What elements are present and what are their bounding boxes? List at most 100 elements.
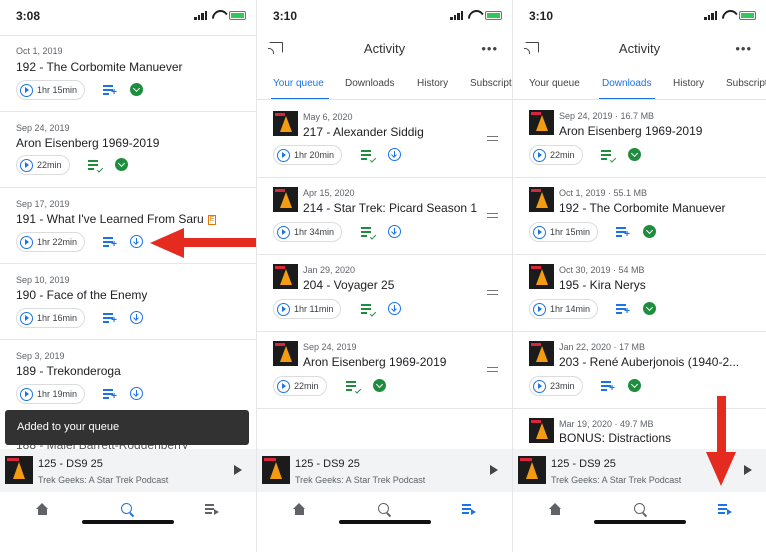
downloaded-icon[interactable]: [115, 158, 128, 171]
home-icon[interactable]: [549, 503, 562, 515]
episode-title[interactable]: Aron Eisenberg 1969-2019: [16, 136, 159, 150]
episode-date: Sep 24, 2019 · 16.7 MB: [559, 111, 655, 121]
episode-title[interactable]: 214 - Star Trek: Picard Season 1: [303, 201, 477, 215]
queue-item[interactable]: Apr 15, 2020 214 - Star Trek: Picard Sea…: [257, 178, 512, 255]
play-button[interactable]: 1hr 22min: [16, 232, 86, 252]
play-button[interactable]: 22min: [16, 155, 70, 175]
queued-check-icon[interactable]: [361, 304, 377, 317]
play-icon: [277, 302, 290, 316]
episode-title[interactable]: 204 - Voyager 25: [303, 278, 394, 292]
queue-item[interactable]: May 6, 2020 217 - Alexander Siddig 1hr 2…: [257, 101, 512, 178]
episode-title[interactable]: BONUS: Distractions: [559, 431, 671, 445]
episode-title[interactable]: 217 - Alexander Siddig: [303, 125, 424, 139]
search-icon[interactable]: [121, 503, 132, 514]
queued-check-icon[interactable]: [361, 150, 377, 163]
add-to-queue-icon[interactable]: +: [103, 389, 117, 402]
episode-title[interactable]: 192 - The Corbomite Manuever: [559, 201, 726, 215]
episode-row[interactable]: Sep 3, 2019 189 - Trekonderoga 1hr 19min…: [0, 340, 256, 416]
play-button[interactable]: 22min: [273, 376, 327, 396]
drag-handle-icon[interactable]: [487, 136, 498, 141]
mini-player[interactable]: 125 - DS9 25 Trek Geeks: A Star Trek Pod…: [257, 449, 512, 492]
snackbar-text: Added to your queue: [17, 421, 120, 433]
download-icon[interactable]: [388, 302, 401, 315]
episode-title[interactable]: 191 - What I've Learned From Saru E: [16, 212, 217, 226]
queued-check-icon[interactable]: [88, 160, 104, 173]
downloaded-icon[interactable]: [643, 225, 656, 238]
download-icon[interactable]: [388, 148, 401, 161]
episode-title[interactable]: 190 - Face of the Enemy: [16, 288, 147, 302]
add-to-queue-icon[interactable]: +: [601, 381, 615, 394]
tab-your-queue[interactable]: Your queue: [273, 78, 324, 89]
episode-row[interactable]: Oct 1, 2019 192 - The Corbomite Manuever…: [0, 36, 256, 112]
play-button[interactable]: 1hr 19min: [16, 384, 86, 404]
episode-title[interactable]: 203 - René Auberjonois (1940-2...: [559, 355, 739, 369]
episode-title[interactable]: Aron Eisenberg 1969-2019: [303, 355, 446, 369]
activity-icon[interactable]: [718, 504, 732, 515]
activity-icon[interactable]: [205, 504, 219, 515]
tab-your-queue[interactable]: Your queue: [529, 78, 580, 89]
episode-row[interactable]: Sep 24, 2019 Aron Eisenberg 1969-2019 22…: [0, 112, 256, 188]
download-item[interactable]: Oct 30, 2019 · 54 MB 195 - Kira Nerys 1h…: [513, 255, 766, 332]
play-button[interactable]: 22min: [529, 145, 583, 165]
tab-subscriptions[interactable]: Subscripti: [470, 78, 512, 89]
play-button[interactable]: 1hr 11min: [273, 299, 342, 319]
home-icon[interactable]: [36, 503, 49, 515]
duration-label: 1hr 20min: [294, 150, 335, 160]
home-icon[interactable]: [293, 503, 306, 515]
queue-item[interactable]: Sep 24, 2019 Aron Eisenberg 1969-2019 22…: [257, 332, 512, 409]
episode-title[interactable]: 189 - Trekonderoga: [16, 364, 121, 378]
downloaded-icon[interactable]: [643, 302, 656, 315]
play-icon[interactable]: [744, 465, 752, 475]
tab-downloads[interactable]: Downloads: [602, 78, 651, 89]
episode-row[interactable]: Sep 10, 2019 190 - Face of the Enemy 1hr…: [0, 264, 256, 340]
download-item[interactable]: Sep 24, 2019 · 16.7 MB Aron Eisenberg 19…: [513, 101, 766, 178]
download-icon[interactable]: [388, 225, 401, 238]
tab-downloads[interactable]: Downloads: [345, 78, 394, 89]
tab-history[interactable]: History: [417, 78, 448, 89]
episode-title[interactable]: 195 - Kira Nerys: [559, 278, 646, 292]
play-button[interactable]: 1hr 34min: [273, 222, 343, 242]
queued-check-icon[interactable]: [346, 381, 362, 394]
play-button[interactable]: 1hr 20min: [273, 145, 343, 165]
duration-label: 1hr 19min: [37, 389, 78, 399]
downloaded-icon[interactable]: [628, 148, 641, 161]
more-options-icon[interactable]: •••: [481, 41, 498, 56]
tab-history[interactable]: History: [673, 78, 704, 89]
queued-check-icon[interactable]: [361, 227, 377, 240]
add-to-queue-icon[interactable]: +: [616, 304, 630, 317]
download-icon[interactable]: [130, 235, 143, 248]
queue-item[interactable]: Jan 29, 2020 204 - Voyager 25 1hr 11min: [257, 255, 512, 332]
download-icon[interactable]: [130, 311, 143, 324]
add-to-queue-icon[interactable]: +: [103, 237, 117, 250]
drag-handle-icon[interactable]: [487, 290, 498, 295]
play-button[interactable]: 1hr 15min: [529, 222, 599, 242]
app-bar: Activity •••: [257, 30, 512, 68]
mini-player[interactable]: 125 - DS9 25 Trek Geeks: A Star Trek Pod…: [0, 449, 256, 492]
episode-title[interactable]: 192 - The Corbomite Manuever: [16, 60, 183, 74]
add-to-queue-icon[interactable]: +: [103, 85, 117, 98]
play-icon[interactable]: [234, 465, 242, 475]
search-icon[interactable]: [378, 503, 389, 514]
queued-check-icon[interactable]: [601, 150, 617, 163]
home-indicator: [338, 520, 431, 524]
add-to-queue-icon[interactable]: +: [616, 227, 630, 240]
download-item[interactable]: Oct 1, 2019 · 55.1 MB 192 - The Corbomit…: [513, 178, 766, 255]
search-icon[interactable]: [634, 503, 645, 514]
drag-handle-icon[interactable]: [487, 367, 498, 372]
play-button[interactable]: 1hr 14min: [529, 299, 599, 319]
play-button[interactable]: 1hr 15min: [16, 80, 86, 100]
downloaded-icon[interactable]: [628, 379, 641, 392]
episode-title[interactable]: Aron Eisenberg 1969-2019: [559, 124, 702, 138]
play-icon[interactable]: [490, 465, 498, 475]
downloaded-icon[interactable]: [373, 379, 386, 392]
add-to-queue-icon[interactable]: +: [103, 313, 117, 326]
downloaded-icon[interactable]: [130, 83, 143, 96]
activity-icon[interactable]: [462, 504, 476, 515]
play-button[interactable]: 23min: [529, 376, 583, 396]
download-icon[interactable]: [130, 387, 143, 400]
drag-handle-icon[interactable]: [487, 213, 498, 218]
play-button[interactable]: 1hr 16min: [16, 308, 86, 328]
play-icon: [533, 302, 546, 316]
tab-subscriptions[interactable]: Subscripti: [726, 78, 766, 89]
more-options-icon[interactable]: •••: [735, 41, 752, 56]
